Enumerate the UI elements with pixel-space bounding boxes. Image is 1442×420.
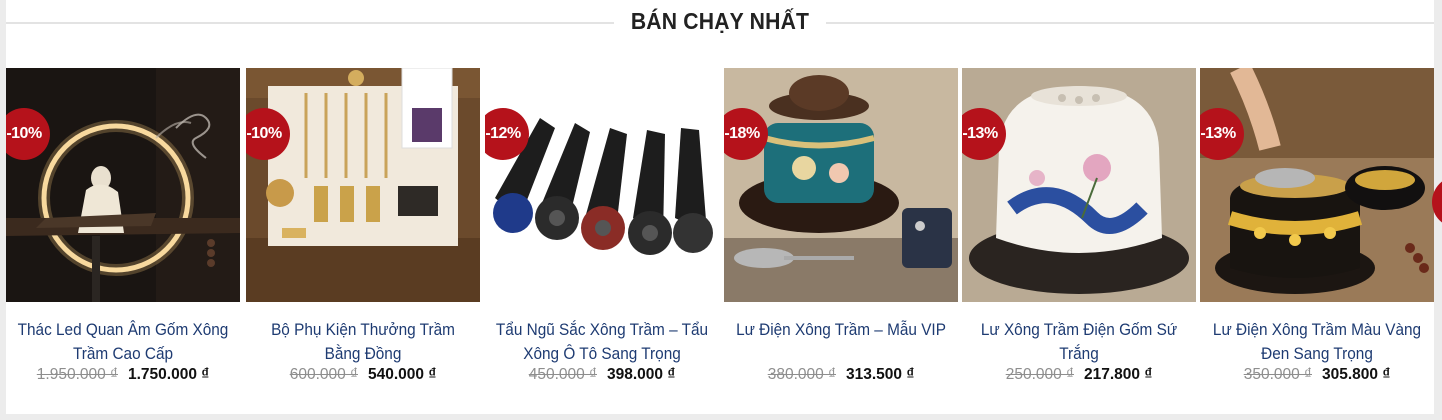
old-price: 600.000 ₫ (289, 366, 358, 383)
product-name[interactable]: Lư Điện Xông Trầm – Mẫu VIP (732, 318, 950, 342)
product-image[interactable]: -13% (1200, 68, 1434, 302)
section-header: BÁN CHẠY NHẤT (0, 0, 1442, 46)
product-carousel: -10% Thác Led Quan Âm Gốm Xông Trầm Cao … (0, 68, 1442, 398)
product-price: 380.000 ₫ 313.500 ₫ (724, 366, 958, 384)
product-name[interactable]: Thác Led Quan Âm Gốm Xông Trầm Cao Cấp (14, 318, 232, 366)
sale-price: 305.800 ₫ (1322, 366, 1391, 383)
sale-price: 217.800 ₫ (1084, 366, 1153, 383)
product-name[interactable]: Lư Điện Xông Trầm Màu Vàng Đen Sang Trọn… (1208, 318, 1426, 366)
product-price: 450.000 ₫ 398.000 ₫ (485, 366, 719, 384)
product-price: 350.000 ₫ 305.800 ₫ (1200, 366, 1434, 384)
product-image[interactable]: -10% (246, 68, 480, 302)
product-card[interactable]: -12% Tẩu Ngũ Sắc Xông Trầm – Tẩu Xông Ô … (485, 68, 719, 398)
product-image[interactable]: -12% (485, 68, 719, 302)
header-divider-left (6, 22, 614, 24)
product-name[interactable]: Tẩu Ngũ Sắc Xông Trầm – Tẩu Xông Ô Tô Sa… (493, 318, 711, 366)
header-divider-right (826, 22, 1434, 24)
product-card[interactable]: -10% Bộ Phụ Kiện Thưởng Trầm Bằng Đồng 6… (246, 68, 480, 398)
product-price: 1.950.000 ₫ 1.750.000 ₫ (6, 366, 240, 384)
sale-price: 313.500 ₫ (846, 366, 915, 383)
product-price: 250.000 ₫ 217.800 ₫ (962, 366, 1196, 384)
product-card[interactable]: -13% Lư Điện Xông Trầm Màu Vàng Đen Sang… (1200, 68, 1434, 398)
product-card[interactable]: -10% Thác Led Quan Âm Gốm Xông Trầm Cao … (6, 68, 240, 398)
old-price: 350.000 ₫ (1243, 366, 1312, 383)
product-card[interactable]: -18% Lư Điện Xông Trầm – Mẫu VIP 380.000… (724, 68, 958, 398)
product-price: 600.000 ₫ 540.000 ₫ (246, 366, 480, 384)
old-price: 450.000 ₫ (528, 366, 597, 383)
section-title: BÁN CHẠY NHẤT (630, 8, 810, 34)
product-image[interactable]: -13% (962, 68, 1196, 302)
old-price: 250.000 ₫ (1005, 366, 1074, 383)
product-image[interactable]: -10% (6, 68, 240, 302)
old-price: 380.000 ₫ (767, 366, 836, 383)
sale-price: 398.000 ₫ (607, 366, 676, 383)
product-name[interactable]: Lư Xông Trầm Điện Gốm Sứ Trắng (970, 318, 1188, 366)
product-name[interactable]: Bộ Phụ Kiện Thưởng Trầm Bằng Đồng (254, 318, 472, 366)
product-image[interactable]: -18% (724, 68, 958, 302)
old-price: 1.950.000 ₫ (36, 366, 118, 383)
sale-price: 540.000 ₫ (368, 366, 437, 383)
sale-price: 1.750.000 ₫ (128, 366, 210, 383)
product-card[interactable]: -13% Lư Xông Trầm Điện Gốm Sứ Trắng 250.… (962, 68, 1196, 398)
